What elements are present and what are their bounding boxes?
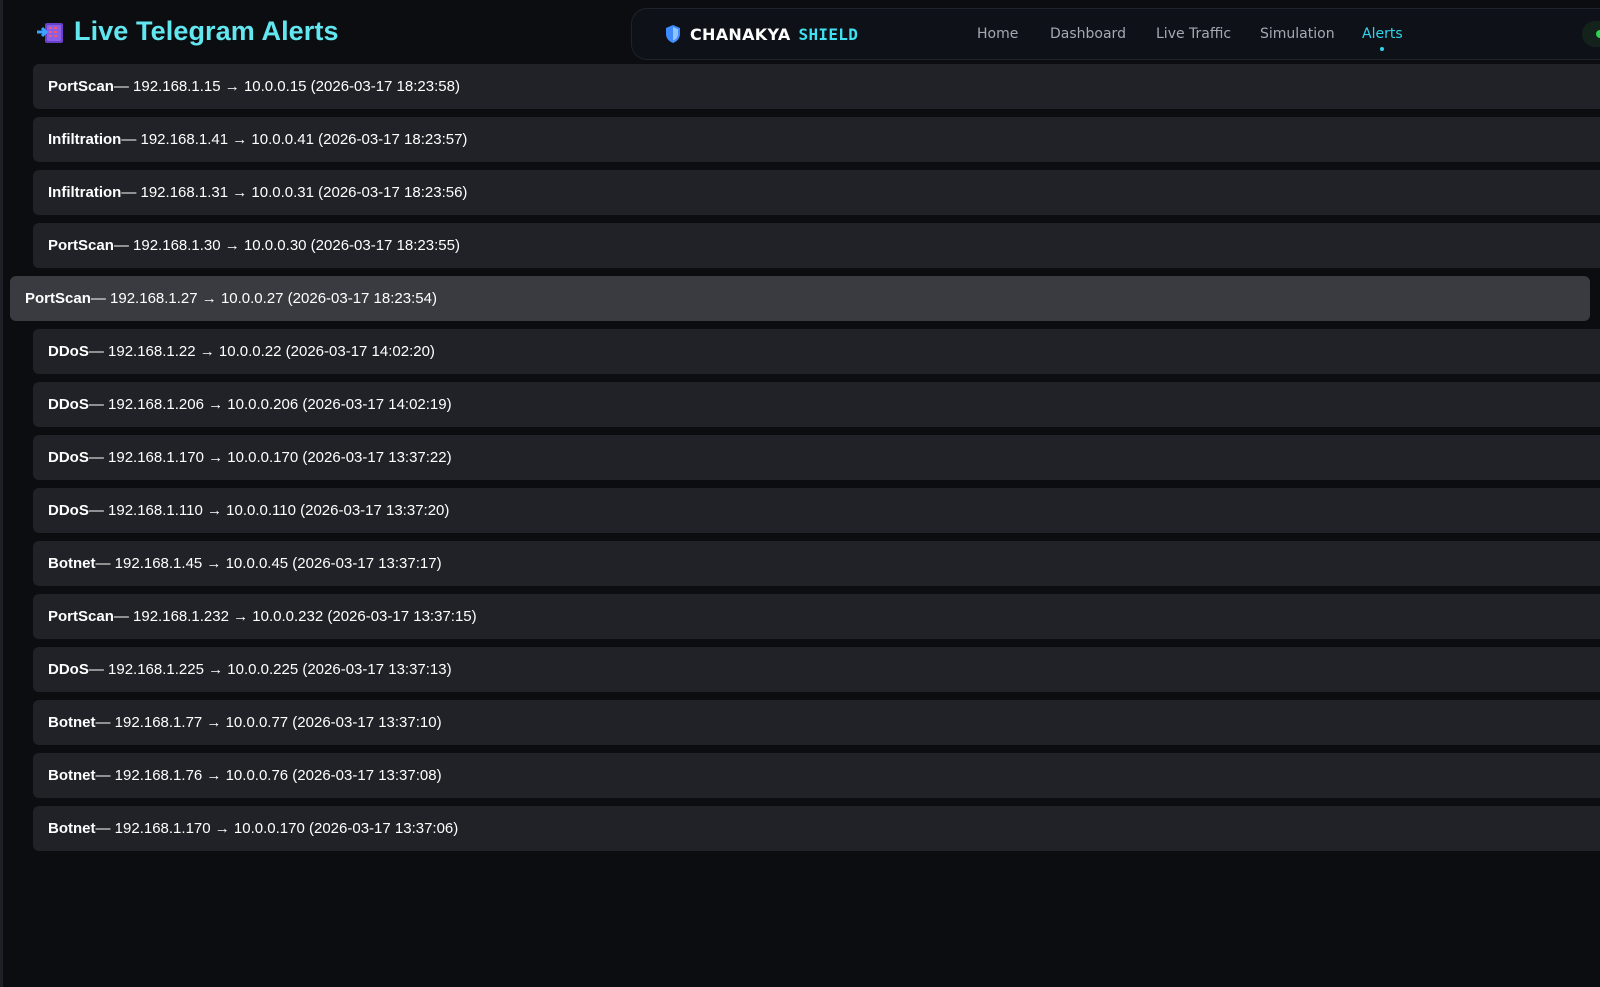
alert-type: PortScan: [48, 237, 114, 254]
alert-row[interactable]: PortScan — 192.168.1.15 → 10.0.0.15 (202…: [33, 64, 1600, 109]
alert-row[interactable]: DDoS — 192.168.1.170 → 10.0.0.170 (2026-…: [33, 435, 1600, 480]
alert-detail: — 192.168.1.41 → 10.0.0.41 (2026-03-17 1…: [121, 131, 468, 148]
alert-row[interactable]: Botnet — 192.168.1.45 → 10.0.0.45 (2026-…: [33, 541, 1600, 586]
incoming-envelope-icon: [37, 22, 63, 43]
alert-detail: — 192.168.1.31 → 10.0.0.31 (2026-03-17 1…: [121, 184, 468, 201]
nav-simulation[interactable]: Simulation: [1260, 26, 1335, 42]
alert-row[interactable]: Botnet — 192.168.1.170 → 10.0.0.170 (202…: [33, 806, 1600, 851]
nav-alerts[interactable]: Alerts: [1362, 26, 1403, 51]
alert-row[interactable]: PortScan — 192.168.1.27 → 10.0.0.27 (202…: [10, 276, 1590, 321]
alert-type: Botnet: [48, 820, 96, 837]
alert-detail: — 192.168.1.76 → 10.0.0.76 (2026-03-17 1…: [95, 767, 442, 784]
alert-detail: — 192.168.1.22 → 10.0.0.22 (2026-03-17 1…: [88, 343, 435, 360]
alert-type: DDoS: [48, 343, 89, 360]
alert-detail: — 192.168.1.206 → 10.0.0.206 (2026-03-17…: [88, 396, 452, 413]
alert-detail: — 192.168.1.30 → 10.0.0.30 (2026-03-17 1…: [113, 237, 460, 254]
alert-type: PortScan: [48, 608, 114, 625]
nav-dashboard[interactable]: Dashboard: [1050, 26, 1126, 42]
alert-row[interactable]: Botnet — 192.168.1.77 → 10.0.0.77 (2026-…: [33, 700, 1600, 745]
left-border: [0, 0, 3, 987]
nav-alerts-label: Alerts: [1362, 26, 1403, 42]
alert-type: PortScan: [25, 290, 91, 307]
alert-row[interactable]: Infiltration — 192.168.1.41 → 10.0.0.41 …: [33, 117, 1600, 162]
alert-detail: — 192.168.1.232 → 10.0.0.232 (2026-03-17…: [113, 608, 477, 625]
alert-type: PortScan: [48, 78, 114, 95]
alert-type: Botnet: [48, 555, 96, 572]
alert-type: DDoS: [48, 661, 89, 678]
alert-row[interactable]: PortScan — 192.168.1.30 → 10.0.0.30 (202…: [33, 223, 1600, 268]
page-title: Live Telegram Alerts: [74, 16, 339, 46]
active-indicator-dot: [1380, 47, 1385, 51]
alert-type: DDoS: [48, 502, 89, 519]
alert-detail: — 192.168.1.170 → 10.0.0.170 (2026-03-17…: [95, 820, 459, 837]
alert-detail: — 192.168.1.110 → 10.0.0.110 (2026-03-17…: [88, 502, 450, 519]
alert-row[interactable]: Botnet — 192.168.1.76 → 10.0.0.76 (2026-…: [33, 753, 1600, 798]
alert-type: Infiltration: [48, 184, 122, 201]
alert-type: DDoS: [48, 449, 89, 466]
alert-detail: — 192.168.1.225 → 10.0.0.225 (2026-03-17…: [88, 661, 452, 678]
alert-row[interactable]: DDoS — 192.168.1.110 → 10.0.0.110 (2026-…: [33, 488, 1600, 533]
alert-row[interactable]: DDoS — 192.168.1.225 → 10.0.0.225 (2026-…: [33, 647, 1600, 692]
nav-home[interactable]: Home: [977, 26, 1018, 42]
alert-row[interactable]: PortScan — 192.168.1.232 → 10.0.0.232 (2…: [33, 594, 1600, 639]
alert-detail: — 192.168.1.27 → 10.0.0.27 (2026-03-17 1…: [90, 290, 437, 307]
alert-detail: — 192.168.1.170 → 10.0.0.170 (2026-03-17…: [88, 449, 452, 466]
alert-type: Infiltration: [48, 131, 122, 148]
nav-links: Home Dashboard Live Traffic Simulation A…: [632, 9, 1600, 61]
status-dot-icon: [1596, 30, 1600, 38]
page-header: Live Telegram Alerts: [36, 16, 339, 47]
alert-type: Botnet: [48, 714, 96, 731]
alert-detail: — 192.168.1.45 → 10.0.0.45 (2026-03-17 1…: [95, 555, 442, 572]
alert-detail: — 192.168.1.77 → 10.0.0.77 (2026-03-17 1…: [95, 714, 442, 731]
alert-detail: — 192.168.1.15 → 10.0.0.15 (2026-03-17 1…: [113, 78, 460, 95]
alert-type: Botnet: [48, 767, 96, 784]
nav-live-traffic[interactable]: Live Traffic: [1156, 26, 1231, 42]
alert-row[interactable]: Infiltration — 192.168.1.31 → 10.0.0.31 …: [33, 170, 1600, 215]
alert-row[interactable]: DDoS — 192.168.1.206 → 10.0.0.206 (2026-…: [33, 382, 1600, 427]
top-navbar: CHANAKYA SHIELD Home Dashboard Live Traf…: [631, 8, 1600, 60]
alert-row[interactable]: DDoS — 192.168.1.22 → 10.0.0.22 (2026-03…: [33, 329, 1600, 374]
app-window: Live Telegram Alerts CHANAKYA SHIELD Hom…: [0, 0, 1600, 987]
alert-type: DDoS: [48, 396, 89, 413]
